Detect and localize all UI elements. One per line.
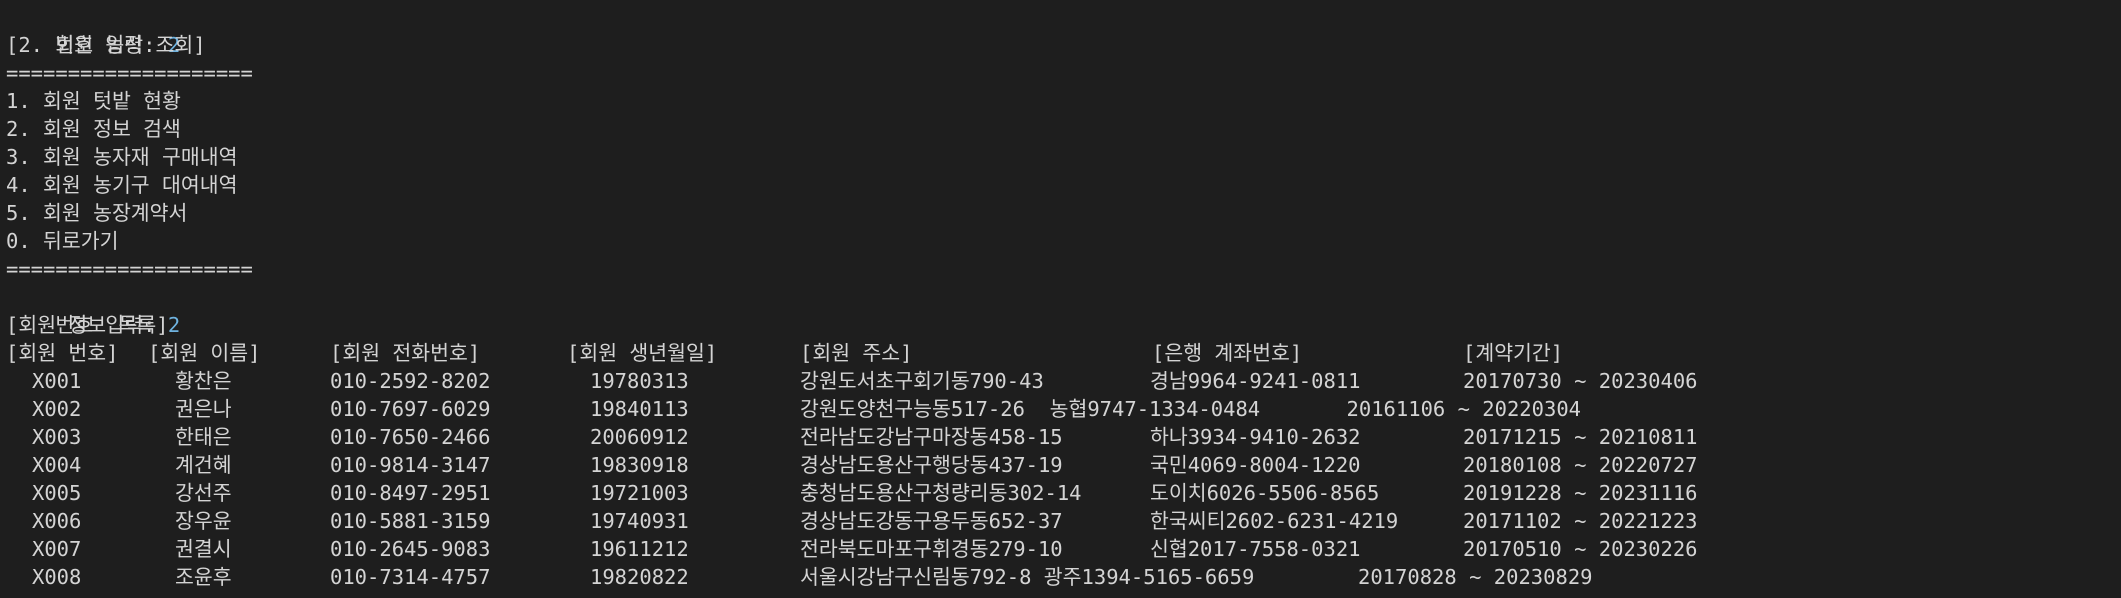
member-address-cell: 강원도서초구회기동790-43 — [800, 369, 1044, 393]
member-id-cell: X007 — [32, 537, 82, 561]
table-row: X006 장우윤 010-5881-3159 19740931 경상남도강동구용두동65… — [0, 507, 2121, 535]
member-birth-cell: 19830918 — [590, 453, 689, 477]
member-id-cell: X001 — [32, 369, 82, 393]
member-name-cell: 한태은 — [175, 425, 232, 449]
separator-top: ==================== — [6, 61, 253, 85]
menu-item-0: 0. 뒤로가기 — [6, 229, 119, 253]
table-row: X007 권결시 010-2645-9083 19611212 전라북도마포구휘경동27… — [0, 535, 2121, 563]
menu-item-3: 3. 회원 농자재 구매내역 — [6, 145, 238, 169]
member-account-cell: 국민4069-8004-1220 — [1150, 453, 1361, 477]
menu-prompt-line: 번호 입력: 2 — [6, 3, 180, 57]
member-birth-cell: 19820822 — [590, 565, 689, 589]
member-phone-cell: 010-7697-6029 — [330, 397, 491, 421]
header-member-phone: [회원 전화번호] — [330, 341, 481, 365]
separator-bottom: ==================== — [6, 257, 253, 281]
member-account-cell: 경남9964-9241-0811 — [1150, 369, 1361, 393]
second-prompt-line: 번호 입력: 2 — [6, 283, 180, 337]
member-address-cell: 전라북도마포구휘경동279-10 — [800, 537, 1063, 561]
member-address-cell: 경상남도강동구용두동652-37 — [800, 509, 1063, 533]
member-period-cell: 20171215 ~ 20210811 — [1463, 425, 1698, 449]
member-phone-cell: 010-2645-9083 — [330, 537, 491, 561]
member-phone-cell: 010-2592-8202 — [330, 369, 491, 393]
table-row: X005 강선주 010-8497-2951 19721003 충청남도용산구청량리동3… — [0, 479, 2121, 507]
menu-item-1: 1. 회원 텃밭 현황 — [6, 89, 181, 113]
header-bank-account: [은행 계좌번호] — [1152, 341, 1303, 365]
member-period-cell: 20180108 ~ 20220727 — [1463, 453, 1698, 477]
table-row: X002 권은나 010-7697-6029 19840113 강원도양천구능동517-… — [0, 395, 2121, 423]
member-name-cell: 장우윤 — [175, 509, 232, 533]
member-birth-cell: 19721003 — [590, 481, 689, 505]
member-account-cell: 한국씨티2602-6231-4219 — [1150, 509, 1399, 533]
table-header-row: [회원 번호] [회원 이름] [회원 전화번호] [회원 생년월일] [회원 … — [0, 339, 2121, 367]
member-period-cell: 20191228 ~ 20231116 — [1463, 481, 1698, 505]
header-member-name: [회원 이름] — [148, 341, 261, 365]
table-row: X008 조윤후 010-7314-4757 19820822 서울시강남구신림동792… — [0, 563, 2121, 591]
header-member-id: [회원 번호] — [6, 341, 119, 365]
member-period-cell: 20170510 ~ 20230226 — [1463, 537, 1698, 561]
member-phone-cell: 010-8497-2951 — [330, 481, 491, 505]
member-phone-cell: 010-7650-2466 — [330, 425, 491, 449]
member-id-cell: X006 — [32, 509, 82, 533]
prompt-input-value: 2 — [167, 313, 181, 337]
table-row: X001 황찬은 010-2592-8202 19780313 강원도서초구회기동790… — [0, 367, 2121, 395]
partial-row-cut-off — [0, 591, 2121, 598]
member-id-cell: X005 — [32, 481, 82, 505]
member-birth-cell: 19780313 — [590, 369, 689, 393]
menu-item-5: 5. 회원 농장계약서 — [6, 201, 188, 225]
member-birth-cell: 19611212 — [590, 537, 689, 561]
header-contract-period: [계약기간] — [1463, 341, 1564, 365]
member-period-cell: 20170730 ~ 20230406 — [1463, 369, 1698, 393]
member-birth-cell: 19740931 — [590, 509, 689, 533]
member-address-cell: 경상남도용산구행당동437-19 — [800, 453, 1063, 477]
member-address-cell: 충청남도용산구청량리동302-14 — [800, 481, 1082, 505]
member-period-cell: 20171102 ~ 20221223 — [1463, 509, 1698, 533]
header-member-address: [회원 주소] — [800, 341, 913, 365]
member-address-cell: 강원도양천구능동517-26 농협9747-1334-0484 20161106… — [800, 397, 1582, 421]
member-name-cell: 황찬은 — [175, 369, 232, 393]
member-name-cell: 조윤후 — [175, 565, 232, 589]
menu-item-2: 2. 회원 정보 검색 — [6, 117, 181, 141]
member-account-cell: 도이치6026-5506-8565 — [1150, 481, 1380, 505]
member-phone-cell: 010-5881-3159 — [330, 509, 491, 533]
member-phone-cell: 010-9814-3147 — [330, 453, 491, 477]
member-id-cell: X002 — [32, 397, 82, 421]
member-id-cell: X004 — [32, 453, 82, 477]
member-period-cell: 20170828 ~ 20230829 — [1358, 565, 1593, 589]
terminal-window[interactable]: 번호 입력: 2 [2. 회원 농장 조회] =================… — [0, 0, 2121, 598]
member-name-cell: 계건혜 — [175, 453, 232, 477]
member-name-cell: 권결시 — [175, 537, 232, 561]
member-address-cell: 전라남도강남구마장동458-15 — [800, 425, 1063, 449]
member-account-cell: 하나3934-9410-2632 — [1150, 425, 1361, 449]
member-name-cell: 강선주 — [175, 481, 232, 505]
list-title: [회원 정보 목록] — [6, 313, 169, 337]
section-title: [2. 회원 농장 조회] — [6, 33, 206, 57]
member-address-cell: 서울시강남구신림동792-8 광주1394-5165-6659 — [800, 565, 1255, 589]
member-name-cell: 권은나 — [175, 397, 232, 421]
table-row: X003 한태은 010-7650-2466 20060912 전라남도강남구마장동45… — [0, 423, 2121, 451]
member-id-cell: X008 — [32, 565, 82, 589]
menu-item-4: 4. 회원 농기구 대여내역 — [6, 173, 238, 197]
member-phone-cell: 010-7314-4757 — [330, 565, 491, 589]
header-member-birth: [회원 생년월일] — [567, 341, 718, 365]
member-birth-cell: 20060912 — [590, 425, 689, 449]
table-row: X004 계건혜 010-9814-3147 19830918 경상남도용산구행당동43… — [0, 451, 2121, 479]
member-birth-cell: 19840113 — [590, 397, 689, 421]
member-account-cell: 신협2017-7558-0321 — [1150, 537, 1361, 561]
member-id-cell: X003 — [32, 425, 82, 449]
